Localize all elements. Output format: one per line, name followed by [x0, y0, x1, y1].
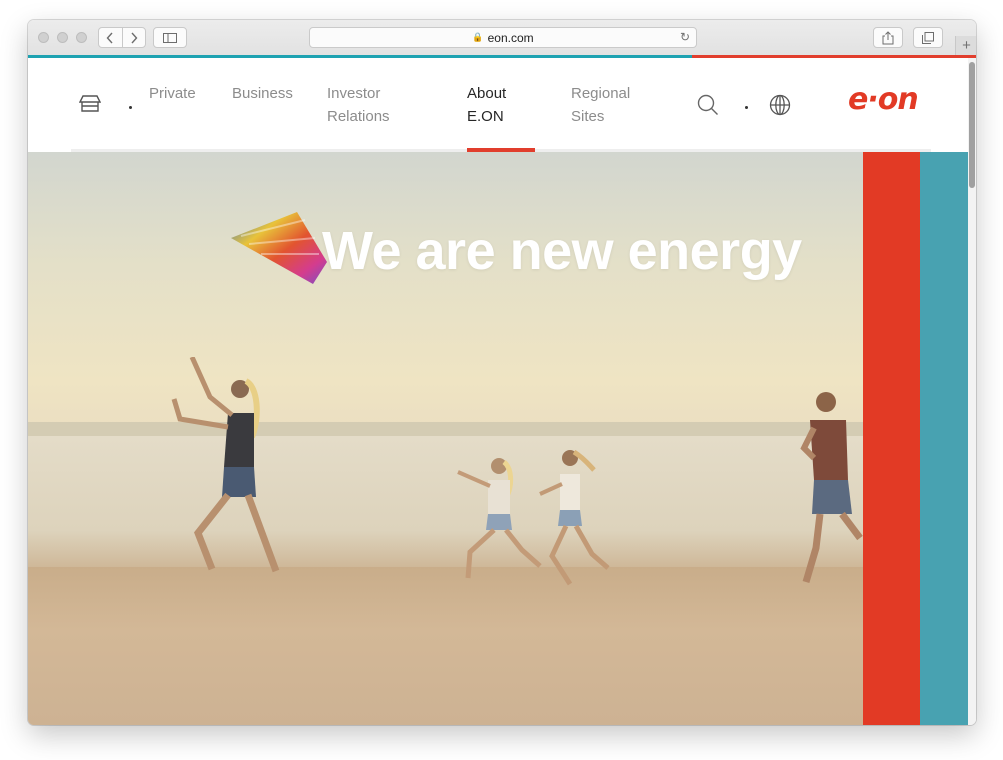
search-icon[interactable]: [697, 94, 719, 121]
globe-icon[interactable]: [769, 94, 791, 121]
chevron-left-icon: [106, 32, 113, 43]
sidebar-icon: [163, 32, 177, 43]
browser-toolbar: 🔒 eon.com ↻ +: [28, 20, 976, 56]
hero-horizon: [28, 422, 863, 436]
eon-logo[interactable]: e·on: [848, 82, 919, 117]
nav-about-eon[interactable]: About E.ON: [467, 82, 506, 128]
back-button[interactable]: [99, 28, 122, 47]
nav-investor-relations[interactable]: Investor Relations: [327, 82, 390, 128]
home-icon[interactable]: [78, 93, 102, 118]
lock-icon: 🔒: [472, 32, 484, 42]
nav-business[interactable]: Business: [232, 82, 293, 105]
scrollbar-thumb[interactable]: [969, 62, 975, 188]
kite-image: [231, 212, 327, 284]
person-image: [800, 392, 863, 583]
hero-banner: We are new energy: [28, 152, 863, 725]
share-icon: [882, 30, 894, 44]
separator-dot: [745, 106, 748, 109]
tabs-overview-button[interactable]: [913, 27, 943, 48]
child-image: [539, 449, 610, 586]
tabs-icon: [922, 31, 934, 44]
chevron-right-icon: [131, 32, 138, 43]
nav-private[interactable]: Private: [149, 82, 196, 105]
nav-regional-sites[interactable]: Regional Sites: [571, 82, 630, 128]
share-button[interactable]: [873, 27, 903, 48]
decorative-red-bar: [863, 152, 920, 725]
address-bar[interactable]: 🔒 eon.com ↻: [309, 27, 697, 48]
person-image: [171, 357, 280, 573]
close-window-button[interactable]: [38, 32, 49, 43]
hero-sea: [28, 436, 863, 571]
url-text: eon.com: [487, 30, 534, 45]
child-image: [457, 458, 542, 579]
zoom-window-button[interactable]: [76, 32, 87, 43]
new-tab-button[interactable]: +: [955, 36, 976, 55]
forward-button[interactable]: [121, 28, 146, 47]
sidebar-button[interactable]: [153, 27, 187, 48]
history-nav: [98, 27, 146, 48]
plus-icon: +: [962, 37, 971, 54]
hero-title: We are new energy: [322, 221, 802, 281]
page-scrollbar[interactable]: [968, 58, 976, 725]
minimize-window-button[interactable]: [57, 32, 68, 43]
reload-icon[interactable]: ↻: [680, 30, 690, 44]
decorative-teal-bar: [920, 152, 968, 725]
browser-window: 🔒 eon.com ↻ + Private Business Investor …: [28, 20, 976, 725]
separator-dot: [129, 106, 132, 109]
hero-sand: [28, 567, 863, 725]
